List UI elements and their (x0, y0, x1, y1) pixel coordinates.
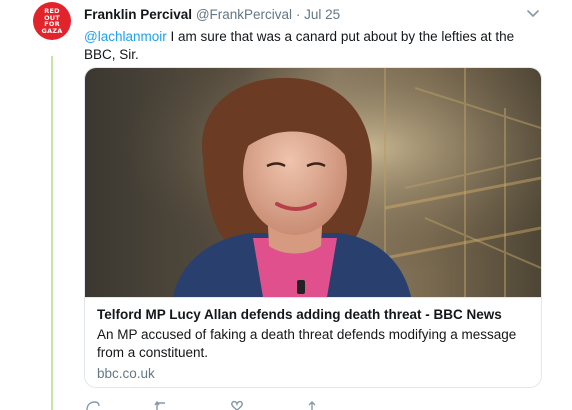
card-image[interactable] (85, 68, 541, 297)
like-icon[interactable] (229, 400, 245, 410)
share-icon[interactable] (304, 400, 320, 410)
tweet-date[interactable]: Jul 25 (304, 7, 340, 22)
tweet-header: Franklin Percival @FrankPercival · Jul 2… (84, 7, 544, 25)
card-domain: bbc.co.uk (97, 366, 155, 381)
tweet-actions (84, 400, 384, 410)
link-card[interactable]: Telford MP Lucy Allan defends adding dea… (84, 67, 542, 388)
separator: · (295, 7, 301, 22)
chevron-down-icon[interactable] (527, 9, 539, 19)
reply-icon[interactable] (84, 400, 100, 410)
thread-line (51, 56, 53, 410)
display-name[interactable]: Franklin Percival (84, 7, 192, 22)
retweet-icon[interactable] (154, 400, 170, 410)
mention-link[interactable]: @lachlanmoir (84, 29, 167, 44)
news-photo (85, 68, 541, 297)
tweet-text: @lachlanmoir I am sure that was a canard… (84, 28, 539, 64)
user-handle[interactable]: @FrankPercival (196, 7, 292, 22)
card-body: Telford MP Lucy Allan defends adding dea… (85, 297, 541, 381)
avatar[interactable]: RED OUT FOR GAZA (33, 2, 71, 40)
card-description: An MP accused of faking a death threat d… (97, 327, 517, 360)
avatar-text: GAZA (41, 26, 63, 35)
card-title[interactable]: Telford MP Lucy Allan defends adding dea… (97, 306, 529, 324)
